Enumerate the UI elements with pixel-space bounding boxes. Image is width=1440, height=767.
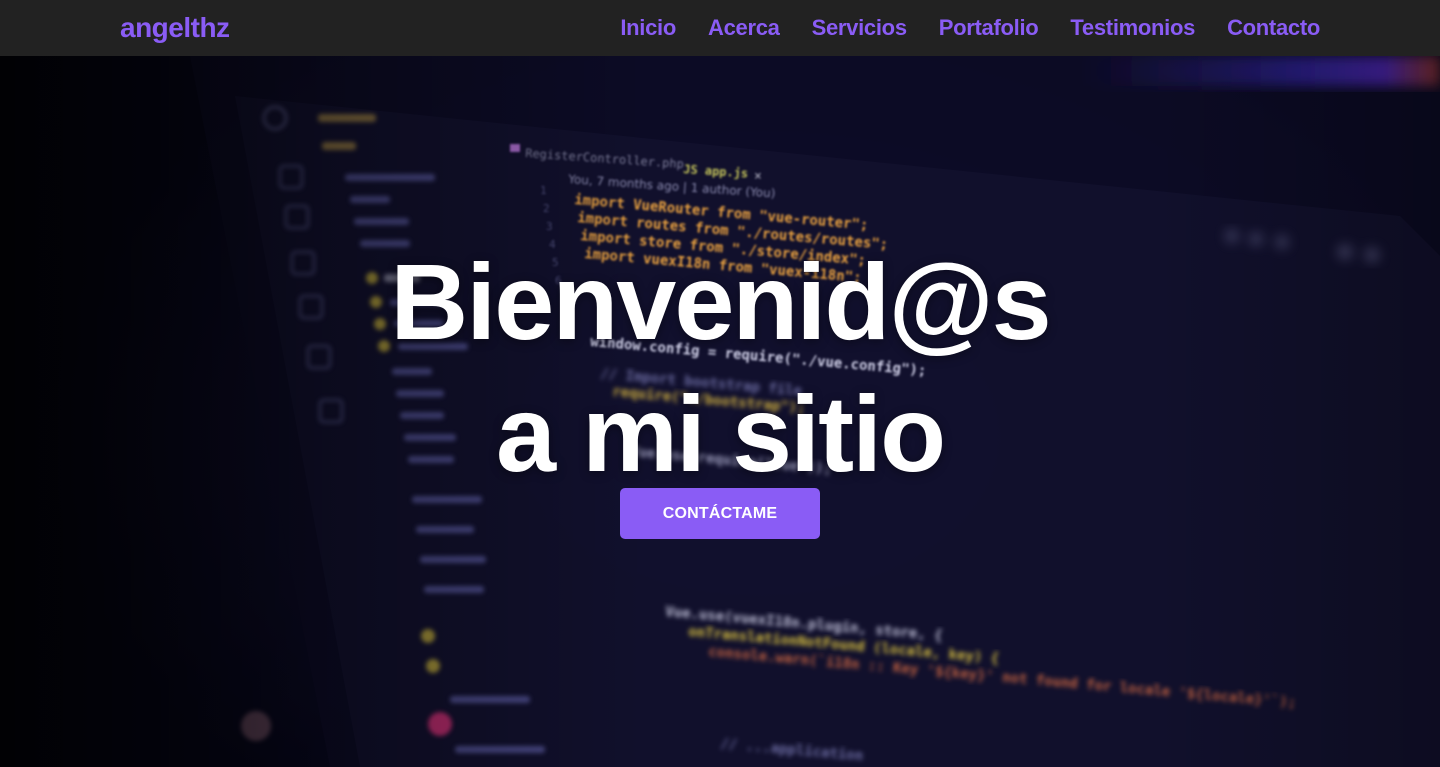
svg-text:3: 3 bbox=[546, 220, 553, 233]
nav-link-acerca[interactable]: Acerca bbox=[708, 15, 780, 40]
brand-logo[interactable]: angelthz bbox=[120, 0, 230, 56]
svg-text:2: 2 bbox=[543, 202, 550, 215]
nav-item-contacto: Contacto bbox=[1227, 15, 1320, 41]
contact-me-button[interactable]: CONTÁCTAME bbox=[620, 488, 820, 539]
nav-link-inicio[interactable]: Inicio bbox=[620, 15, 676, 40]
svg-text:1: 1 bbox=[540, 184, 547, 197]
nav-link-servicios[interactable]: Servicios bbox=[812, 15, 907, 40]
hero-title: Bienvenid@s a mi sitio bbox=[0, 236, 1440, 500]
nav-links: Inicio Acerca Servicios Portafolio Testi… bbox=[620, 0, 1320, 56]
nav-item-servicios: Servicios bbox=[812, 15, 907, 41]
navbar: angelthz Inicio Acerca Servicios Portafo… bbox=[0, 0, 1440, 56]
hero-title-line-2: a mi sitio bbox=[495, 373, 946, 494]
hero-section: RegisterController.php JS app.js × You, … bbox=[0, 56, 1440, 767]
nav-item-portafolio: Portafolio bbox=[939, 15, 1039, 41]
hero-title-line-1: Bienvenid@s bbox=[390, 241, 1052, 362]
nav-link-contacto[interactable]: Contacto bbox=[1227, 15, 1320, 40]
nav-item-inicio: Inicio bbox=[620, 15, 676, 41]
nav-link-portafolio[interactable]: Portafolio bbox=[939, 15, 1039, 40]
svg-text:×: × bbox=[754, 169, 762, 184]
nav-item-acerca: Acerca bbox=[708, 15, 780, 41]
nav-item-testimonios: Testimonios bbox=[1070, 15, 1195, 41]
nav-link-testimonios[interactable]: Testimonios bbox=[1070, 15, 1195, 40]
